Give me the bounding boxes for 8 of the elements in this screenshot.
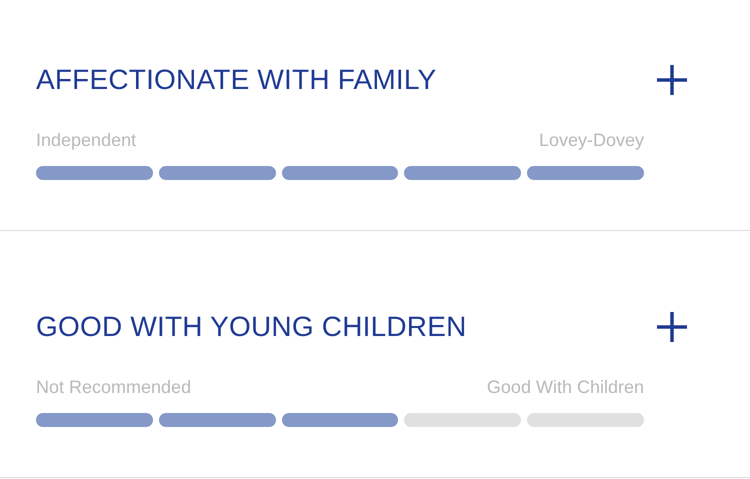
expand-icon[interactable] (656, 64, 688, 96)
scale-low-label: Not Recommended (36, 377, 192, 397)
expand-icon[interactable] (656, 311, 688, 343)
scale-high-label: Lovey-Dovey (538, 130, 644, 150)
scale-low-label: Independent (36, 130, 136, 150)
trait-title: AFFECTIONATE WITH FAMILY (36, 63, 436, 97)
trait-title: GOOD WITH YOUNG CHILDREN (36, 310, 467, 344)
scale-high-label: Good With Children (486, 377, 644, 397)
